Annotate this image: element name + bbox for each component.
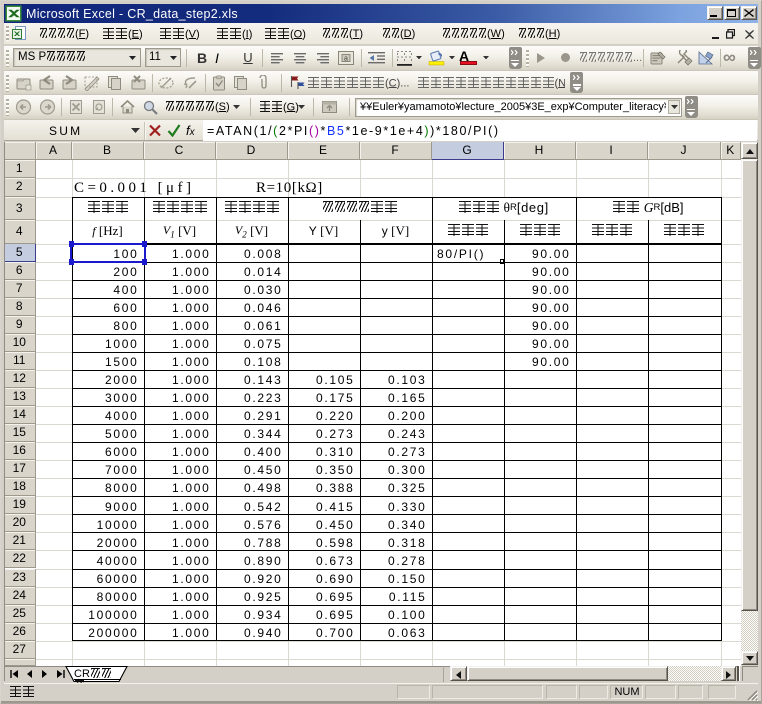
svg-text:a: a [344,55,348,62]
